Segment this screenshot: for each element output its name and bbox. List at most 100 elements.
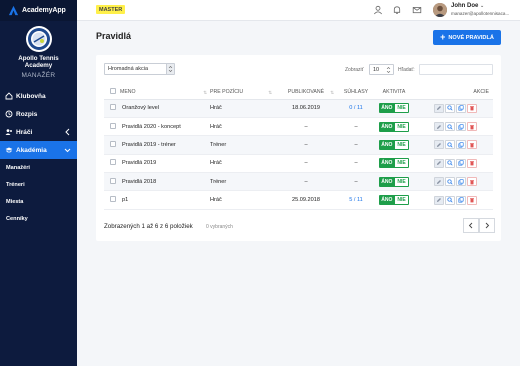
row-checkbox[interactable] bbox=[110, 104, 116, 111]
sort-icon: ⇅ bbox=[203, 90, 207, 95]
table-row[interactable]: Pravidlá 2018 Tréner – – ÁNO NIE bbox=[104, 172, 493, 192]
table-row[interactable]: Pravidlá 2020 - koncept Hráč – – ÁNO NIE bbox=[104, 117, 493, 137]
rule-name[interactable]: Pravidlá 2020 - koncept bbox=[120, 117, 210, 137]
delete-button[interactable] bbox=[466, 177, 477, 187]
page-size-select[interactable]: 10 bbox=[369, 64, 394, 75]
chevron-left-icon bbox=[468, 222, 473, 229]
view-button[interactable] bbox=[444, 177, 455, 187]
col-published[interactable]: PUBLIKOVANÉ ⇅ bbox=[275, 86, 337, 100]
view-button[interactable] bbox=[444, 158, 455, 168]
row-checkbox[interactable] bbox=[110, 177, 116, 184]
mail-icon[interactable] bbox=[412, 5, 422, 15]
edit-button[interactable] bbox=[433, 195, 444, 205]
activity-toggle[interactable]: ÁNO NIE bbox=[379, 121, 409, 132]
toggle-off[interactable]: NIE bbox=[394, 121, 409, 132]
rule-name[interactable]: Oranžový level bbox=[120, 99, 210, 118]
activity-toggle[interactable]: ÁNO NIE bbox=[379, 176, 409, 187]
prev-page-button[interactable] bbox=[463, 218, 479, 233]
user-name[interactable]: John Doe ⌄ bbox=[451, 3, 484, 9]
toggle-on[interactable]: ÁNO bbox=[379, 158, 395, 169]
delete-button[interactable] bbox=[466, 103, 477, 113]
toggle-off[interactable]: NIE bbox=[394, 195, 409, 206]
nav-item-rozpis[interactable]: Rozpis bbox=[0, 105, 77, 123]
col-name[interactable]: MENO ⇅ bbox=[120, 86, 210, 100]
view-button[interactable] bbox=[444, 140, 455, 150]
rule-consents[interactable]: 0 / 11 bbox=[337, 99, 375, 118]
chevron-down-icon: ⌄ bbox=[480, 3, 485, 9]
view-button[interactable] bbox=[444, 195, 455, 205]
next-page-button[interactable] bbox=[479, 218, 495, 233]
new-rules-button[interactable]: + NOVÉ PRAVIDLÁ bbox=[433, 30, 501, 45]
toggle-on[interactable]: ÁNO bbox=[379, 195, 395, 206]
duplicate-button[interactable] bbox=[455, 158, 466, 168]
select-caret-icon bbox=[386, 67, 391, 73]
pencil-icon bbox=[436, 142, 442, 148]
rule-name[interactable]: Pravidlá 2018 bbox=[120, 172, 210, 192]
toggle-on[interactable]: ÁNO bbox=[379, 103, 395, 114]
table-row[interactable]: Pravidlá 2019 Hráč – – ÁNO NIE bbox=[104, 154, 493, 174]
pencil-icon bbox=[436, 160, 442, 166]
edit-button[interactable] bbox=[433, 103, 444, 113]
activity-toggle[interactable]: ÁNO NIE bbox=[379, 139, 409, 150]
bulk-action-select[interactable]: Hromadná akcia bbox=[104, 63, 175, 75]
table-row[interactable]: Pravidlá 2019 - tréner Tréner – – ÁNO NIE bbox=[104, 135, 493, 155]
col-consents[interactable]: SÚHLASY bbox=[337, 86, 375, 100]
toggle-off[interactable]: NIE bbox=[394, 139, 409, 150]
toggle-on[interactable]: ÁNO bbox=[379, 121, 395, 132]
table-row[interactable]: Oranžový level Hráč 18.06.2019 0 / 11 ÁNO NIE bbox=[104, 99, 493, 118]
toggle-off[interactable]: NIE bbox=[394, 103, 409, 114]
view-button[interactable] bbox=[444, 122, 455, 132]
nav-item-klubovna[interactable]: Klubovňa bbox=[0, 87, 77, 105]
club-name: Apollo Tennis Academy bbox=[18, 55, 59, 69]
bell-icon[interactable] bbox=[392, 5, 402, 15]
rule-consents[interactable]: 5 / 11 bbox=[337, 190, 375, 210]
activity-toggle[interactable]: ÁNO NIE bbox=[379, 103, 409, 114]
row-checkbox[interactable] bbox=[110, 140, 116, 147]
nav-item-hraci[interactable]: Hráči bbox=[0, 123, 77, 141]
row-checkbox[interactable] bbox=[110, 159, 116, 166]
edit-button[interactable] bbox=[433, 177, 444, 187]
duplicate-button[interactable] bbox=[455, 103, 466, 113]
edit-button[interactable] bbox=[433, 140, 444, 150]
duplicate-button[interactable] bbox=[455, 195, 466, 205]
new-rules-label: NOVÉ PRAVIDLÁ bbox=[448, 34, 494, 41]
activity-toggle[interactable]: ÁNO NIE bbox=[379, 195, 409, 206]
toggle-off[interactable]: NIE bbox=[394, 176, 409, 187]
view-button[interactable] bbox=[444, 103, 455, 113]
row-checkbox[interactable] bbox=[110, 196, 116, 203]
trash-icon bbox=[469, 105, 475, 111]
avatar[interactable] bbox=[433, 3, 447, 17]
edit-button[interactable] bbox=[433, 158, 444, 168]
select-all-checkbox[interactable] bbox=[110, 88, 116, 95]
subnav-item-manazeri[interactable]: Manažéri bbox=[0, 159, 77, 176]
toggle-on[interactable]: ÁNO bbox=[379, 176, 395, 187]
subnav-item-miesta[interactable]: Miesta bbox=[0, 193, 77, 210]
delete-button[interactable] bbox=[466, 140, 477, 150]
rule-name[interactable]: Pravidlá 2019 - tréner bbox=[120, 135, 210, 155]
row-checkbox[interactable] bbox=[110, 122, 116, 129]
toggle-off[interactable]: NIE bbox=[394, 158, 409, 169]
nav-item-akademia[interactable]: Akadémia bbox=[0, 141, 77, 159]
search-input[interactable] bbox=[419, 64, 493, 75]
search-icon bbox=[446, 142, 453, 148]
delete-button[interactable] bbox=[466, 195, 477, 205]
user-icon[interactable] bbox=[373, 5, 383, 15]
duplicate-button[interactable] bbox=[455, 177, 466, 187]
rule-name[interactable]: Pravidlá 2019 bbox=[120, 154, 210, 174]
trash-icon bbox=[469, 160, 475, 166]
activity-toggle[interactable]: ÁNO NIE bbox=[379, 158, 409, 169]
duplicate-button[interactable] bbox=[455, 140, 466, 150]
delete-button[interactable] bbox=[466, 122, 477, 132]
table-row[interactable]: p1 Hráč 25.09.2018 5 / 11 ÁNO NIE bbox=[104, 190, 493, 210]
toggle-on[interactable]: ÁNO bbox=[379, 139, 395, 150]
rule-name[interactable]: p1 bbox=[120, 190, 210, 210]
sort-icon: ⇅ bbox=[330, 90, 334, 95]
subnav-item-cenniky[interactable]: Cenníky bbox=[0, 210, 77, 227]
brand[interactable]: AcademyApp bbox=[0, 0, 77, 21]
duplicate-button[interactable] bbox=[455, 122, 466, 132]
delete-button[interactable] bbox=[466, 158, 477, 168]
col-position[interactable]: PRE POZÍCIU ⇅ bbox=[210, 86, 275, 100]
subnav-item-treneri[interactable]: Tréneri bbox=[0, 176, 77, 193]
edit-button[interactable] bbox=[433, 122, 444, 132]
nav-label: Hráči bbox=[16, 128, 33, 136]
